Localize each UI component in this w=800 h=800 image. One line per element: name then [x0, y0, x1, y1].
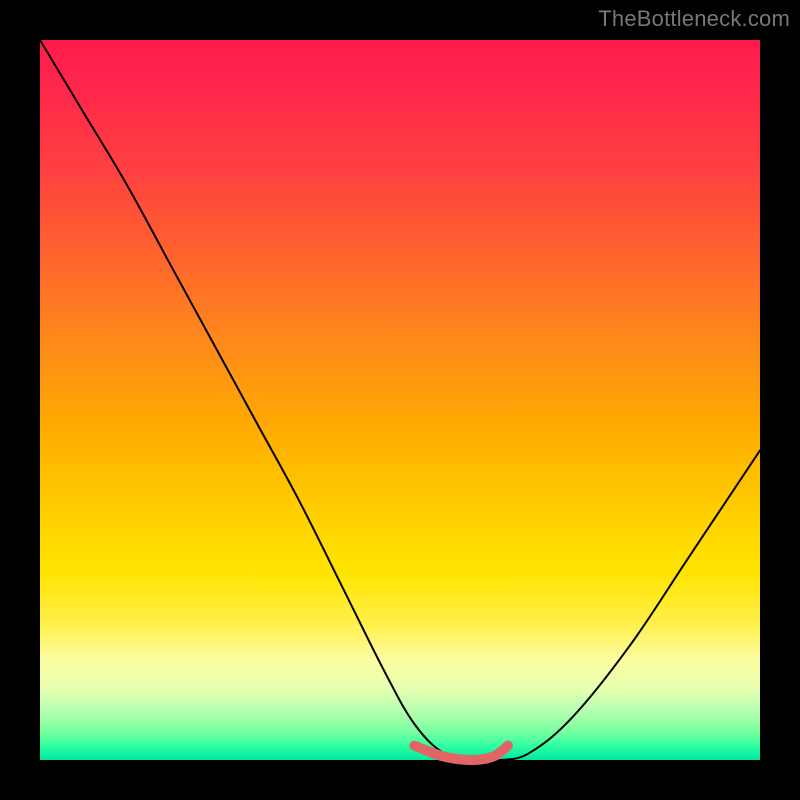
bottleneck-curve: [40, 40, 760, 761]
curve-svg: [40, 40, 760, 760]
chart-frame: TheBottleneck.com: [0, 0, 800, 800]
plot-area: [40, 40, 760, 760]
watermark-text: TheBottleneck.com: [598, 6, 790, 32]
flat-bottom-highlight: [414, 746, 508, 760]
